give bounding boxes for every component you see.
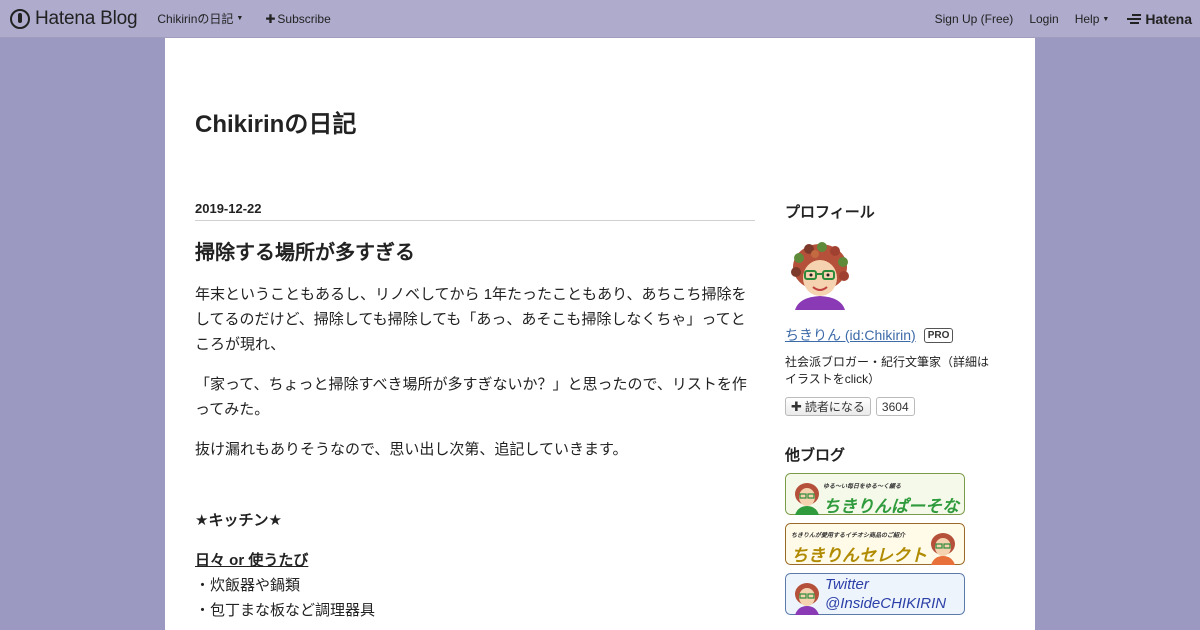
- list-item: ・炊飯器や鍋類: [195, 577, 301, 594]
- banner-twitter[interactable]: Twitter @InsideCHIKIRIN: [785, 573, 965, 615]
- sub-heading: 日々 or 使うたび: [195, 552, 309, 569]
- banner-caption: Twitter: [825, 576, 869, 593]
- blog-title[interactable]: Chikirinの日記: [195, 104, 356, 139]
- subscribe-reader-label: 読者になる: [804, 400, 865, 414]
- banner-title: ちきりんセレクト: [791, 546, 927, 565]
- banner-caption: ちきりんが愛用するイチオシ商品のご紹介: [791, 533, 906, 539]
- right-nav: Sign Up (Free) Login Help ▼ Hatena: [919, 0, 1192, 38]
- hatena-blog-icon: [10, 8, 30, 29]
- paragraph: 「家って、ちょっと掃除すべき場所が多すぎないか？」と思ったので、リストを作ってみ…: [195, 376, 747, 418]
- sidebar: プロフィール ちきりん (id:Chikirin) PRO 社会派ブロガー・紀行…: [785, 201, 995, 615]
- help-dropdown[interactable]: Help ▼: [1075, 0, 1110, 38]
- banner-caption: ゆる〜い毎日をゆる〜く綴る: [823, 484, 902, 490]
- other-blogs-title: 他ブログ: [785, 447, 846, 464]
- banner-title: ちきりんぱーそなる: [823, 497, 959, 515]
- profile-name-link[interactable]: ちきりん (id:Chikirin): [785, 325, 916, 345]
- hatena-blog-logo[interactable]: Hatena Blog: [10, 0, 138, 38]
- banner-chikirin-personal[interactable]: ゆる〜い毎日をゆる〜く綴る ちきりんぱーそなる: [785, 473, 965, 515]
- entry-title[interactable]: 掃除する場所が多すぎる: [195, 236, 755, 265]
- chevron-down-icon: ▼: [236, 15, 244, 22]
- profile-title: プロフィール: [785, 204, 875, 221]
- article: 2019-12-22 掃除する場所が多すぎる 年末ということもあるし、リノベして…: [195, 201, 755, 623]
- hatena-logo[interactable]: Hatena: [1127, 11, 1192, 27]
- reader-row: ✚ 読者になる 3604: [785, 397, 995, 416]
- signup-link[interactable]: Sign Up (Free): [935, 0, 1014, 38]
- banner-chikirin-select[interactable]: ちきりんが愛用するイチオシ商品のご紹介 ちきりんセレクト: [785, 523, 965, 565]
- blog-container: Chikirinの日記 2019-12-22 掃除する場所が多すぎる 年末という…: [165, 38, 1035, 630]
- chevron-down-icon: ▼: [1102, 15, 1110, 23]
- list-item: ・包丁まな板など調理器具: [195, 602, 376, 619]
- paragraph: 年末ということもあるし、リノベしてから 1年たったこともあり、あちこち掃除をして…: [195, 286, 747, 353]
- hatena-icon: [1127, 14, 1142, 24]
- subscribe-reader-button[interactable]: ✚ 読者になる: [785, 397, 871, 416]
- pro-badge[interactable]: PRO: [923, 327, 954, 343]
- signup-label: Sign Up (Free): [934, 12, 1014, 26]
- login-label: Login: [1029, 12, 1059, 26]
- plus-icon: ✚: [265, 11, 276, 26]
- login-link[interactable]: Login: [1029, 0, 1058, 38]
- paragraph: 抜け漏れもありそうなので、思い出し次第、追記していきます。: [195, 441, 628, 458]
- global-header: Hatena Blog Chikirinの日記 ▼ ✚ Subscribe Si…: [0, 0, 1200, 38]
- reader-count[interactable]: 3604: [875, 397, 915, 416]
- subscribe-label: Subscribe: [277, 11, 331, 26]
- banner-title: @InsideCHIKIRIN: [825, 595, 947, 612]
- profile-description: 社会派ブロガー・紀行文筆家（詳細はイラストをclick）: [785, 355, 990, 386]
- subscribe-link[interactable]: ✚ Subscribe: [265, 0, 330, 38]
- hatena-label: Hatena: [1145, 11, 1192, 27]
- help-label: Help: [1074, 12, 1100, 26]
- blog-menu-dropdown[interactable]: Chikirinの日記 ▼: [157, 0, 243, 38]
- entry-body: 年末ということもあるし、リノベしてから 1年たったこともあり、あちこち掃除をして…: [195, 282, 755, 623]
- plus-icon: ✚: [791, 398, 802, 414]
- profile-name-row: ちきりん (id:Chikirin) PRO: [785, 325, 995, 345]
- avatar[interactable]: [785, 240, 855, 310]
- entry-date[interactable]: 2019-12-22: [195, 201, 755, 221]
- brand-text: Hatena Blog: [35, 7, 138, 29]
- section-heading: ★キッチン★: [195, 512, 282, 529]
- blog-menu-label: Chikirinの日記: [157, 12, 234, 26]
